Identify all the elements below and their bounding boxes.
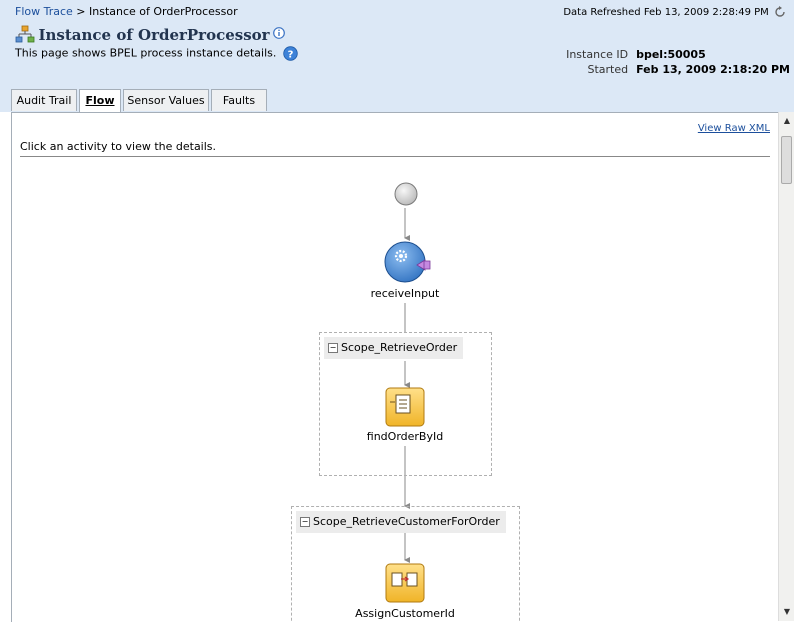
collapse-icon[interactable]: − bbox=[300, 517, 310, 527]
assign-customer-id-label: AssignCustomerId bbox=[355, 607, 455, 620]
started-value: Feb 13, 2009 2:18:20 PM bbox=[636, 63, 790, 76]
scope-retrieve-customer-header[interactable]: − Scope_RetrieveCustomerForOrder bbox=[296, 511, 506, 533]
vertical-scrollbar[interactable]: ▲ ▼ bbox=[778, 112, 794, 621]
refreshed-text: Data Refreshed Feb 13, 2009 2:28:49 PM bbox=[563, 7, 769, 18]
start-circle-icon[interactable] bbox=[394, 182, 418, 206]
help-icon[interactable]: ? bbox=[283, 46, 298, 61]
title-row: Instance of OrderProcessor bbox=[15, 25, 285, 47]
collapse-icon[interactable]: − bbox=[328, 343, 338, 353]
breadcrumb-current: Instance of OrderProcessor bbox=[89, 5, 238, 18]
subtitle-text: This page shows BPEL process instance de… bbox=[15, 46, 277, 60]
tab-sensor-values[interactable]: Sensor Values bbox=[123, 89, 209, 111]
started-label: Started bbox=[587, 63, 629, 76]
scroll-up-icon[interactable]: ▲ bbox=[780, 114, 794, 128]
find-order-by-id-activity[interactable] bbox=[385, 387, 425, 427]
breadcrumb-separator: > bbox=[76, 5, 86, 18]
breadcrumb-flow-trace-link[interactable]: Flow Trace bbox=[15, 5, 73, 18]
receive-gear-icon bbox=[384, 241, 431, 283]
tab-flow[interactable]: Flow bbox=[79, 89, 121, 113]
scope-retrieve-order-label: Scope_RetrieveOrder bbox=[341, 341, 458, 354]
scrollbar-thumb[interactable] bbox=[781, 136, 792, 184]
find-order-by-id-label: findOrderById bbox=[366, 430, 444, 443]
assign-customer-id-activity[interactable] bbox=[385, 563, 425, 603]
receive-input-activity[interactable] bbox=[383, 240, 433, 284]
breadcrumb: Flow Trace > Instance of OrderProcessor bbox=[15, 5, 238, 18]
scroll-down-icon[interactable]: ▼ bbox=[780, 605, 794, 619]
instance-id-value: bpel:50005 bbox=[636, 48, 706, 61]
page-subtitle: This page shows BPEL process instance de… bbox=[15, 46, 298, 61]
tab-audit-trail[interactable]: Audit Trail bbox=[11, 89, 77, 111]
info-icon[interactable] bbox=[273, 27, 285, 39]
scope-retrieve-customer-label: Scope_RetrieveCustomerForOrder bbox=[313, 515, 500, 528]
database-adapter-icon bbox=[385, 387, 425, 427]
instance-id-label: Instance ID bbox=[566, 48, 629, 61]
scope-retrieve-order-header[interactable]: − Scope_RetrieveOrder bbox=[324, 337, 464, 359]
svg-text:?: ? bbox=[287, 49, 293, 60]
assign-icon bbox=[385, 563, 425, 603]
page-title: Instance of OrderProcessor bbox=[38, 26, 270, 44]
instance-meta: Instance ID bpel:50005 Started Feb 13, 2… bbox=[558, 47, 790, 77]
tab-faults[interactable]: Faults bbox=[211, 89, 267, 111]
receive-input-label: receiveInput bbox=[370, 287, 440, 300]
flow-panel: View Raw XML Click an activity to view t… bbox=[11, 112, 779, 622]
refresh-status: Data Refreshed Feb 13, 2009 2:28:49 PM bbox=[563, 6, 786, 18]
process-icon bbox=[15, 25, 35, 45]
refresh-icon[interactable] bbox=[774, 6, 786, 18]
page-header: Flow Trace > Instance of OrderProcessor … bbox=[0, 0, 794, 113]
